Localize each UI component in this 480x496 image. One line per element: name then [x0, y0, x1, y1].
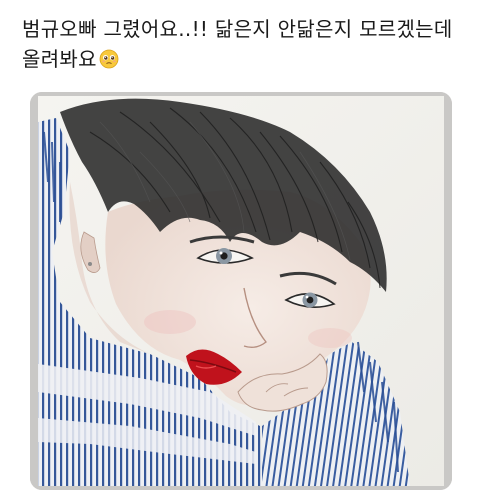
post-text-line-2: 올려봐요 — [22, 44, 462, 74]
post-text-line-1: 범규오빠 그렸어요..!! 닮은지 안닮은지 모르겠는데 — [22, 17, 453, 41]
post-text-line-2-label: 올려봐요 — [22, 47, 97, 71]
earring — [88, 262, 92, 266]
post-image[interactable] — [30, 92, 452, 490]
pleading-face-emoji-icon — [99, 47, 119, 69]
portrait-drawing — [30, 92, 452, 490]
post-text: 범규오빠 그렸어요..!! 닮은지 안닮은지 모르겠는데 올려봐요 — [22, 14, 462, 74]
